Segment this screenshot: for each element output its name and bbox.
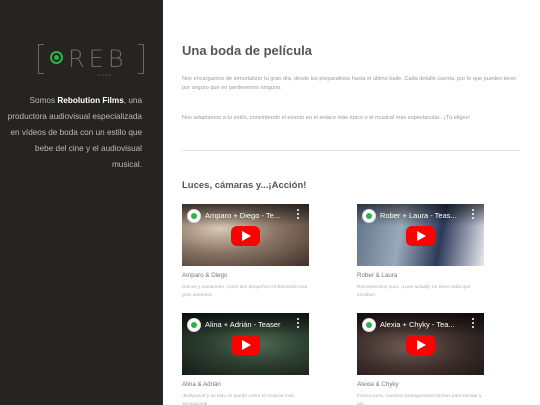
video-caption: Rober & Laura (357, 272, 398, 279)
intro-text: Somos Rebolution Films, una productora a… (7, 96, 142, 169)
video-caption: Alina & Adrián (182, 381, 221, 388)
camera-record-icon (50, 51, 63, 64)
video-title[interactable]: Amparo + Diego - Te... (205, 211, 280, 220)
brand-name: Rebolution Films (57, 96, 124, 105)
video-caption: Alexia & Chyky (357, 381, 399, 388)
video-embed[interactable]: Rober + Laura - Teas... (357, 204, 484, 266)
youtube-play-icon[interactable] (231, 335, 260, 355)
intro-paragraph-2: Nos adaptamos a tu estilo, convirtiendo … (182, 115, 470, 121)
youtube-play-icon[interactable] (406, 226, 435, 246)
channel-avatar-icon[interactable] (187, 318, 201, 332)
video-title[interactable]: Rober + Laura - Teas... (380, 211, 457, 220)
bracket-left-icon (38, 44, 44, 74)
logo-sub: FILMS (98, 73, 112, 77)
rebolution-logo[interactable]: REB FILMS (38, 44, 144, 78)
video-title[interactable]: Alexia + Chyky - Tea... (380, 320, 455, 329)
kebab-menu-icon[interactable] (297, 318, 300, 329)
section-divider (182, 150, 520, 151)
video-embed[interactable]: Alina + Adrián - Teaser (182, 313, 309, 375)
channel-avatar-icon[interactable] (362, 318, 376, 332)
videos-section-title: Luces, cámaras y...¡Acción! (182, 180, 307, 191)
kebab-menu-icon[interactable] (472, 209, 475, 220)
video-embed[interactable]: Amparo + Diego - Te... (182, 204, 309, 266)
video-description: ¡Bollywood y su lado se quedó corto! El … (182, 394, 294, 405)
youtube-play-icon[interactable] (231, 226, 260, 246)
sidebar: REB FILMS Somos Rebolution Films, una pr… (0, 0, 163, 405)
kebab-menu-icon[interactable] (297, 209, 300, 220)
video-description: Dulces y cantarines, como dos pequeños e… (182, 285, 308, 298)
video-caption: Amparo & Diego (182, 272, 228, 279)
bracket-right-icon (138, 44, 144, 74)
logo-text: REB (68, 45, 128, 73)
page-title: Una boda de película (182, 43, 313, 58)
youtube-play-icon[interactable] (406, 335, 435, 355)
kebab-menu-icon[interactable] (472, 318, 475, 329)
video-description: Fresca pura, nuestros protagonistas hech… (357, 394, 483, 405)
video-title[interactable]: Alina + Adrián - Teaser (205, 320, 281, 329)
video-description: Romanticismo puro. ¡Love actually no tie… (357, 285, 471, 298)
channel-avatar-icon[interactable] (187, 209, 201, 223)
video-embed[interactable]: Alexia + Chyky - Tea... (357, 313, 484, 375)
channel-avatar-icon[interactable] (362, 209, 376, 223)
intro-paragraph-1: Nos encargamos de inmortalizar tu gran d… (182, 76, 517, 91)
